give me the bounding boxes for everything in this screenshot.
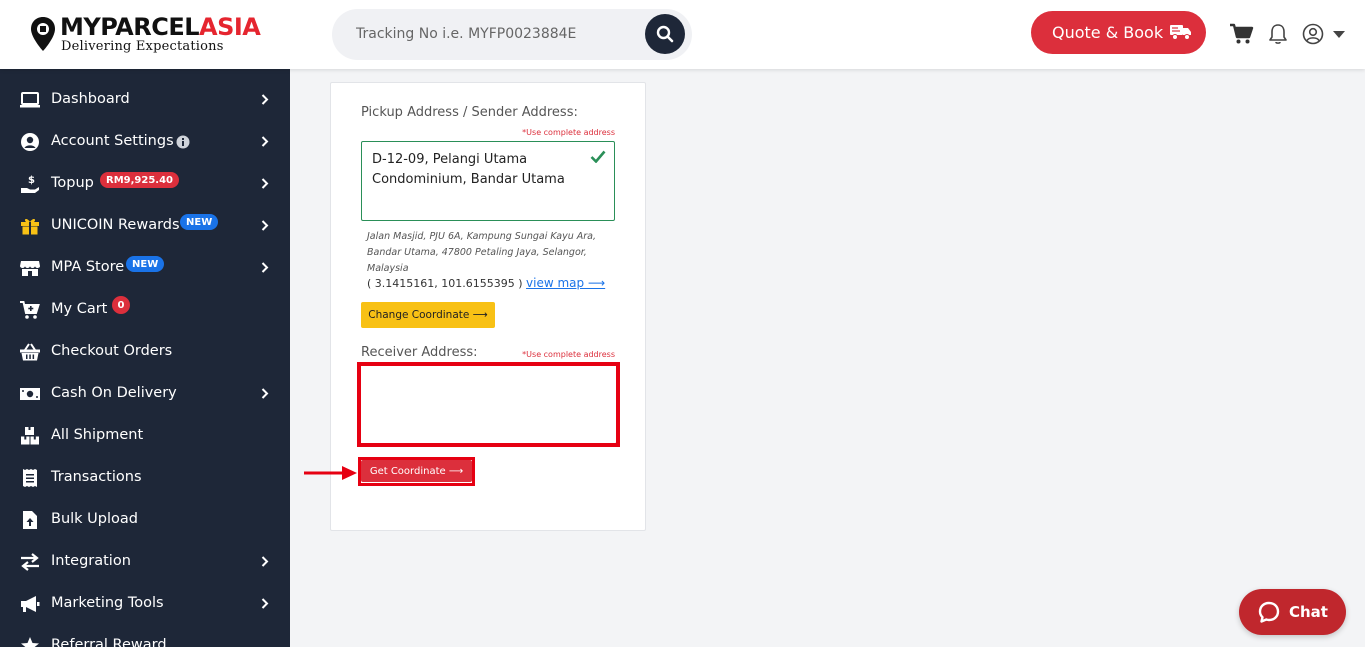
- pickup-address-line-2: Condominium, Bandar Utama: [372, 172, 565, 187]
- svg-text:$: $: [28, 175, 35, 186]
- cart-count-badge: 0: [112, 296, 130, 314]
- user-icon[interactable]: [1302, 23, 1324, 45]
- megaphone-icon: [21, 596, 40, 612]
- hand-coin-icon: $: [21, 175, 39, 193]
- chat-bubble-icon: [1258, 601, 1280, 623]
- sidebar-item-account-settings[interactable]: Account Settings: [0, 121, 290, 163]
- star-icon: [21, 637, 39, 647]
- receiver-address-hint: *Use complete address: [522, 350, 615, 359]
- sidebar-item-all-shipment[interactable]: All Shipment: [0, 415, 290, 457]
- pickup-address-line-1: D-12-09, Pelangi Utama: [372, 152, 528, 167]
- sidebar-item-dashboard[interactable]: Dashboard: [0, 79, 290, 121]
- sidebar-item-label: Marketing Tools: [51, 595, 164, 611]
- sidebar-item-transactions[interactable]: Transactions: [0, 457, 290, 499]
- sidebar-item-label: Cash On Delivery: [51, 385, 177, 401]
- quote-and-book-button[interactable]: Quote & Book: [1031, 11, 1206, 54]
- chevron-right-icon: [261, 94, 269, 105]
- chevron-right-icon: [261, 556, 269, 567]
- sidebar-item-my-cart[interactable]: My Cart 0: [0, 289, 290, 331]
- exchange-icon: [21, 553, 39, 571]
- truck-icon: [1170, 25, 1191, 40]
- chevron-right-icon: [261, 598, 269, 609]
- change-coordinate-button[interactable]: Change Coordinate ⟶: [361, 302, 495, 328]
- brand-name: MYPARCELASIA: [60, 13, 261, 41]
- wallet-balance-badge: RM9,925.40: [100, 172, 179, 188]
- caret-down-icon[interactable]: [1333, 31, 1345, 38]
- pickup-coordinates: ( 3.1415161, 101.6155395 ) view map ⟶: [367, 276, 605, 290]
- resolved-pickup-address: Jalan Masjid, PJU 6A, Kampung Sungai Kay…: [367, 231, 596, 274]
- laptop-icon: [20, 92, 40, 108]
- sidebar-item-unicoin-rewards[interactable]: UNICOIN Rewards NEW: [0, 205, 290, 247]
- receiver-address-label: Receiver Address:: [361, 345, 478, 360]
- address-form-card: Pickup Address / Sender Address: *Use co…: [330, 82, 646, 531]
- brand-logo[interactable]: MYPARCELASIA Delivering Expectations: [30, 12, 280, 58]
- sidebar-item-label: Bulk Upload: [51, 511, 138, 527]
- sidebar-item-label: UNICOIN Rewards: [51, 217, 180, 233]
- bell-icon[interactable]: [1268, 23, 1288, 45]
- sidebar-item-label: Topup: [51, 175, 94, 191]
- chevron-right-icon: [261, 136, 269, 147]
- sidebar-item-label: Account Settings: [51, 133, 174, 149]
- sidebar-item-label: Checkout Orders: [51, 343, 173, 359]
- pickup-address-field[interactable]: D-12-09, Pelangi Utama Condominium, Band…: [361, 141, 615, 221]
- sidebar-item-checkout-orders[interactable]: Checkout Orders: [0, 331, 290, 373]
- store-icon: [20, 261, 40, 276]
- sidebar-item-label: MPA Store: [51, 259, 125, 275]
- sidebar-item-mpa-store[interactable]: MPA Store NEW: [0, 247, 290, 289]
- brand-tagline: Delivering Expectations: [61, 39, 224, 54]
- chevron-right-icon: [261, 388, 269, 399]
- sidebar-item-label: My Cart: [51, 301, 108, 317]
- gift-icon: [21, 218, 39, 235]
- cart-plus-icon: [20, 301, 40, 319]
- sidebar-item-label: Referral Reward: [51, 637, 167, 647]
- receiver-address-field[interactable]: [359, 364, 617, 444]
- new-badge: NEW: [126, 256, 165, 272]
- sidebar-item-bulk-upload[interactable]: Bulk Upload: [0, 499, 290, 541]
- sidebar-item-marketing-tools[interactable]: Marketing Tools: [0, 583, 290, 625]
- basket-icon: [20, 343, 40, 361]
- chat-button[interactable]: Chat: [1239, 589, 1346, 635]
- tracking-search-input[interactable]: [356, 22, 646, 46]
- receipt-icon: [23, 469, 37, 487]
- get-coordinate-button[interactable]: Get Coordinate ⟶: [361, 460, 472, 482]
- chevron-right-icon: [261, 178, 269, 189]
- sidebar-nav: Dashboard Account Settings $ Topup RM9,9…: [0, 69, 290, 647]
- new-badge: NEW: [180, 214, 219, 230]
- info-icon[interactable]: [176, 135, 190, 149]
- quote-and-book-label: Quote & Book: [1052, 23, 1164, 42]
- cart-icon[interactable]: [1229, 23, 1254, 45]
- pickup-address-hint: *Use complete address: [522, 128, 615, 137]
- sidebar-item-label: All Shipment: [51, 427, 144, 443]
- file-upload-icon: [23, 511, 37, 529]
- chevron-right-icon: [261, 262, 269, 273]
- sidebar-item-label: Dashboard: [51, 91, 130, 107]
- chevron-right-icon: [261, 220, 269, 231]
- search-icon: [656, 25, 674, 43]
- money-icon: [20, 388, 40, 400]
- view-map-link[interactable]: view map ⟶: [526, 276, 605, 290]
- search-button[interactable]: [645, 14, 685, 54]
- location-pin-icon: [31, 17, 55, 51]
- chat-label: Chat: [1289, 603, 1328, 621]
- sidebar-item-topup[interactable]: $ Topup RM9,925.40: [0, 163, 290, 205]
- boxes-icon: [21, 427, 39, 445]
- sidebar-item-referral-reward[interactable]: Referral Reward: [0, 625, 290, 647]
- sidebar-item-label: Transactions: [51, 469, 142, 485]
- sidebar-item-cash-on-delivery[interactable]: Cash On Delivery: [0, 373, 290, 415]
- tracking-search: [332, 9, 692, 60]
- sidebar-item-integration[interactable]: Integration: [0, 541, 290, 583]
- sidebar-item-label: Integration: [51, 553, 131, 569]
- check-icon: [590, 150, 606, 163]
- pickup-address-label: Pickup Address / Sender Address:: [361, 105, 578, 120]
- coordinates-value: ( 3.1415161, 101.6155395 ): [367, 277, 523, 290]
- user-circle-icon: [21, 133, 39, 151]
- top-header: MYPARCELASIA Delivering Expectations Quo…: [0, 0, 1365, 69]
- pointer-arrow-icon: [304, 466, 357, 480]
